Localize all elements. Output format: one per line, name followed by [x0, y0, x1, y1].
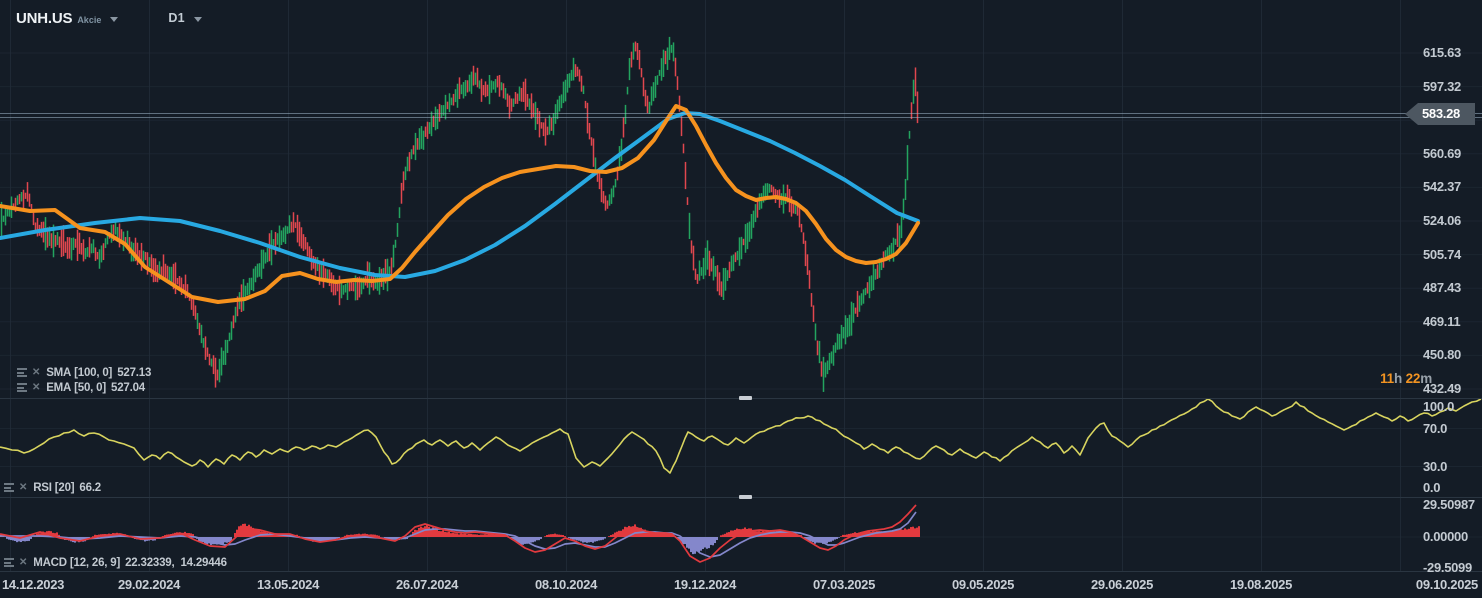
indicator-remove-icon[interactable]: ✕	[19, 557, 27, 568]
indicator-remove-icon[interactable]: ✕	[32, 382, 40, 393]
trading-platform: { "header": { "symbol": "UNH.US", "instr…	[0, 0, 1482, 598]
indicator-value: 22.32339, 14.29446	[125, 556, 227, 569]
date-axis-label: 08.10.2024	[534, 577, 598, 592]
chart-canvas[interactable]	[0, 0, 1482, 598]
date-axis-label: 26.07.2024	[395, 577, 459, 592]
indicator-remove-icon[interactable]: ✕	[32, 367, 40, 378]
rsi-axis-label: 70.0	[1423, 420, 1448, 436]
indicator-params: [50, 0]	[74, 381, 106, 394]
price-axis-label: 560.69	[1423, 145, 1461, 161]
indicator-value: 527.04	[111, 381, 145, 394]
rsi-axis-label: 100.0	[1423, 399, 1455, 414]
price-axis-label: 432.49	[1423, 381, 1461, 396]
indicator-settings-icon[interactable]	[17, 367, 27, 379]
macd-axis-label: 0.00000	[1423, 528, 1468, 544]
chart-header: UNH.US Akcie D1	[16, 9, 202, 27]
indicator-params: [12, 26, 9]	[69, 556, 121, 569]
date-axis-label: 09.10.2025	[1415, 577, 1478, 592]
date-axis-label: 14.12.2023	[2, 577, 65, 592]
indicator-name: MACD	[33, 556, 67, 569]
indicator-params: [20]	[54, 481, 75, 494]
date-axis-label: 13.05.2024	[256, 577, 320, 592]
timeframe-label: D1	[168, 11, 185, 25]
rsi-axis-label: 30.0	[1423, 458, 1448, 474]
panel-separator	[0, 571, 1482, 572]
indicator-row-sma: ✕ SMA [100, 0] 527.13	[17, 366, 151, 379]
rsi-axis-label: 0.0	[1423, 480, 1441, 495]
date-axis-label: 29.06.2025	[1090, 577, 1154, 592]
panel-resize-handle[interactable]	[739, 396, 752, 400]
symbol-selector[interactable]: UNH.US Akcie	[16, 9, 119, 27]
date-axis-label: 09.05.2025	[951, 577, 1015, 592]
indicator-settings-icon[interactable]	[17, 382, 27, 394]
price-axis-label: 469.11	[1423, 313, 1461, 329]
indicator-settings-icon[interactable]	[4, 557, 14, 569]
indicator-remove-icon[interactable]: ✕	[19, 482, 27, 493]
indicator-name: EMA	[46, 381, 72, 394]
price-axis-label: 597.32	[1423, 78, 1461, 94]
date-axis-label: 19.08.2025	[1229, 577, 1293, 592]
price-axis-label: 505.74	[1423, 246, 1461, 262]
price-axis-label: 524.06	[1423, 213, 1461, 228]
price-axis-label: 615.63	[1423, 45, 1461, 60]
date-axis-label: 19.12.2024	[673, 577, 737, 592]
indicator-row-ema: ✕ EMA [50, 0] 527.04	[17, 381, 145, 394]
symbol-name: UNH.US	[16, 9, 73, 27]
indicator-settings-icon[interactable]	[4, 482, 14, 494]
macd-axis-label: 29.50987	[1423, 497, 1475, 512]
indicator-value: 527.13	[117, 366, 152, 379]
chevron-down-icon	[193, 17, 202, 22]
macd-axis-label: -29.5099	[1423, 560, 1472, 575]
price-axis-label: 450.80	[1423, 347, 1461, 363]
indicator-params: [100, 0]	[74, 366, 113, 379]
indicator-name: SMA	[46, 366, 72, 379]
date-axis-label: 07.03.2025	[812, 577, 876, 592]
date-axis-label: 29.02.2024	[117, 577, 181, 592]
indicator-row-rsi: ✕ RSI [20] 66.2	[4, 481, 101, 494]
timer-hours-unit: h	[1393, 371, 1406, 386]
indicator-name: RSI	[33, 481, 52, 494]
indicator-row-macd: ✕ MACD [12, 26, 9] 22.32339, 14.29446	[4, 556, 227, 569]
current-price-tag: 583.28	[1405, 103, 1475, 125]
candle-countdown-timer: 11h 22m	[1348, 371, 1432, 386]
indicator-value: 66.2	[79, 481, 102, 494]
price-axis-label: 542.37	[1423, 179, 1461, 195]
price-axis-label: 487.43	[1423, 280, 1461, 296]
timer-minutes: 22	[1405, 371, 1421, 386]
timer-hours: 11	[1380, 371, 1394, 386]
chevron-down-icon	[110, 17, 119, 22]
instrument-type-label: Akcie	[77, 14, 102, 25]
panel-resize-handle[interactable]	[739, 495, 752, 499]
timeframe-selector[interactable]: D1	[118, 11, 202, 25]
